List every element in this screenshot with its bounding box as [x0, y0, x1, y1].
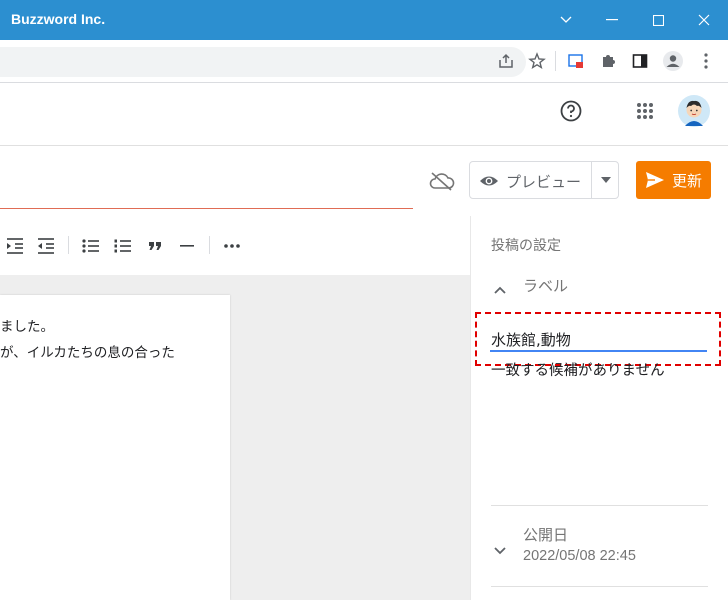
eye-icon	[479, 171, 499, 191]
preview-button[interactable]: プレビュー	[469, 161, 619, 199]
update-label: 更新	[672, 172, 703, 190]
blockquote-icon[interactable]	[143, 234, 167, 258]
close-button[interactable]	[681, 0, 727, 40]
horizontal-rule-icon[interactable]	[175, 234, 199, 258]
preview-dropdown-icon[interactable]	[593, 162, 619, 198]
cloud-off-icon	[428, 168, 456, 194]
update-button[interactable]: 更新	[636, 161, 711, 199]
settings-heading: 投稿の設定	[491, 238, 561, 254]
toolbar-separator-2	[209, 236, 210, 254]
indent-decrease-icon[interactable]	[34, 234, 58, 258]
side-panel-icon[interactable]	[628, 49, 652, 73]
minimize-button[interactable]	[589, 0, 635, 40]
body-line-2: が、イルカたちの息の合った	[0, 345, 175, 361]
tab-search-chevron-icon[interactable]	[543, 0, 589, 40]
labels-section-title[interactable]: ラベル	[523, 275, 568, 296]
share-icon[interactable]	[494, 49, 518, 73]
section-divider-2	[491, 586, 708, 587]
avatar[interactable]	[677, 94, 711, 128]
bulleted-list-icon[interactable]	[79, 234, 103, 258]
window-title: Buzzword Inc.	[11, 11, 106, 27]
address-bar[interactable]	[0, 47, 526, 77]
preview-divider	[591, 162, 592, 198]
toolbar-separator	[68, 236, 69, 254]
section-divider	[491, 505, 708, 506]
body-line-1: ました。	[0, 319, 54, 335]
more-options-icon[interactable]	[220, 234, 244, 258]
chevron-down-icon[interactable]	[494, 540, 512, 555]
blogger-header	[0, 82, 728, 146]
labels-input[interactable]: 水族館,動物	[491, 329, 571, 350]
send-icon	[645, 171, 665, 189]
help-circle-icon[interactable]	[558, 98, 584, 124]
post-body-editor[interactable]: ました。 が、イルカたちの息の合った	[0, 295, 230, 600]
extensions-puzzle-icon[interactable]	[596, 49, 620, 73]
chevron-up-icon[interactable]	[494, 279, 512, 294]
browser-menu-icon[interactable]	[694, 49, 718, 73]
maximize-button[interactable]	[635, 0, 681, 40]
post-title-input[interactable]	[0, 165, 412, 205]
preview-label: プレビュー	[506, 173, 582, 191]
toolbar-divider	[555, 51, 556, 71]
indent-increase-icon[interactable]	[3, 234, 27, 258]
apps-grid-icon[interactable]	[633, 99, 657, 123]
profile-icon[interactable]	[661, 49, 685, 73]
suggestion-text: 一致する候補がありません	[491, 363, 665, 379]
post-title-underline	[0, 208, 413, 209]
numbered-list-icon[interactable]	[111, 234, 135, 258]
bookmark-star-icon[interactable]	[525, 49, 549, 73]
publish-date-title[interactable]: 公開日	[523, 524, 568, 545]
extension-screenshot-icon[interactable]	[564, 49, 588, 73]
labels-input-underline	[490, 350, 707, 352]
publish-date-value: 2022/05/08 22:45	[523, 548, 636, 564]
